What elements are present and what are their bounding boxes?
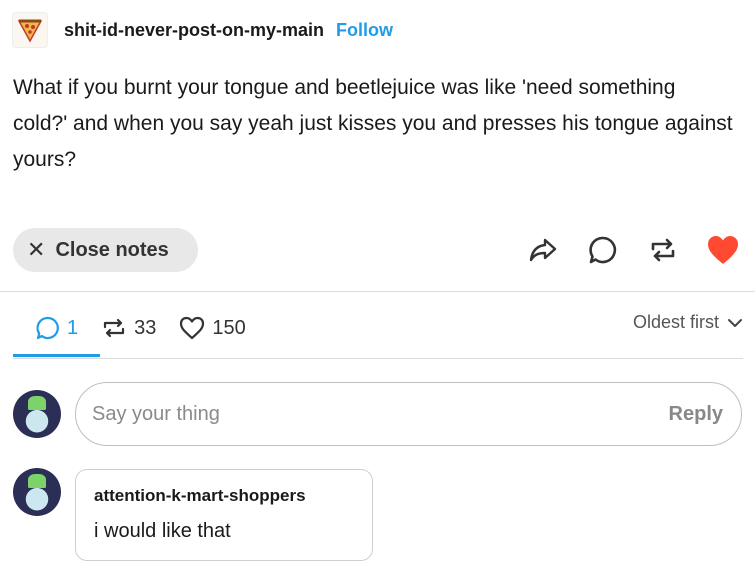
- like-heart-icon[interactable]: [703, 230, 743, 270]
- divider: [13, 358, 743, 359]
- close-icon: ✕: [27, 237, 46, 262]
- active-tab-indicator: [13, 354, 100, 357]
- comment-text: i would like that: [94, 520, 231, 542]
- likes-count: 150: [212, 316, 246, 339]
- reply-input[interactable]: [92, 402, 669, 426]
- blog-name[interactable]: shit-id-never-post-on-my-main: [64, 20, 324, 41]
- commenter-avatar[interactable]: [13, 468, 61, 516]
- chevron-down-icon: [728, 318, 742, 327]
- close-notes-button[interactable]: ✕ Close notes: [13, 228, 198, 272]
- pizza-icon: [17, 19, 43, 43]
- close-notes-label: Close notes: [55, 238, 169, 261]
- post-header: shit-id-never-post-on-my-main Follow: [12, 12, 393, 48]
- post-actions: [503, 230, 743, 270]
- reblog-icon[interactable]: [643, 230, 683, 270]
- tab-replies[interactable]: 1: [13, 304, 78, 352]
- blog-avatar[interactable]: [12, 12, 48, 48]
- divider: [0, 291, 755, 292]
- reblog-icon: [104, 318, 125, 338]
- post-notes-view: shit-id-never-post-on-my-main Follow Wha…: [0, 0, 755, 579]
- notes-tabs: 1 33 150: [13, 300, 246, 356]
- comment-icon: [36, 316, 59, 340]
- follow-button[interactable]: Follow: [336, 20, 393, 41]
- user-avatar[interactable]: [13, 390, 61, 438]
- post-body: What if you burnt your tongue and beetle…: [13, 76, 733, 171]
- reblogs-count: 33: [134, 316, 157, 339]
- reply-button[interactable]: Reply: [669, 403, 723, 426]
- comment: attention-k-mart-shoppers i would like t…: [75, 469, 373, 561]
- tab-likes[interactable]: 150: [156, 304, 246, 352]
- reply-composer: Reply: [75, 382, 742, 446]
- heart-icon: [180, 316, 205, 340]
- tab-reblogs[interactable]: 33: [78, 304, 156, 352]
- replies-count: 1: [67, 316, 79, 339]
- comment-icon[interactable]: [583, 230, 623, 270]
- sort-dropdown[interactable]: Oldest first: [633, 312, 743, 333]
- share-icon[interactable]: [523, 230, 563, 270]
- sort-label: Oldest first: [632, 312, 719, 332]
- comment-author[interactable]: attention-k-mart-shoppers: [94, 486, 354, 506]
